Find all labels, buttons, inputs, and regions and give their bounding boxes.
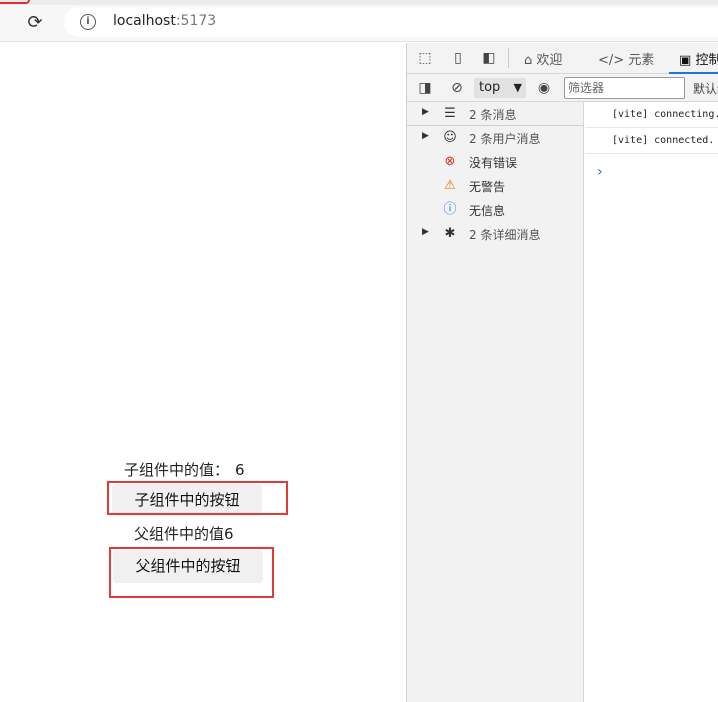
parent-value-text: 父组件中的值6 — [134, 525, 234, 543]
sidebar-item-warnings[interactable]: ⚠ 无警告 — [407, 174, 584, 198]
page-content: 子组件中的值： 6 子组件中的按钮 父组件中的值6 父组件中的按钮 — [0, 43, 406, 702]
list-icon: ☰ — [444, 106, 456, 121]
console-log-line: [vite] connecting... — [585, 102, 718, 128]
devtools-tabbar: ⬚ ▯ ◧ ⌂ 欢迎 </> 元素 ▣ 控制 — [407, 43, 718, 74]
context-select[interactable]: top ▼ — [474, 78, 526, 98]
live-expression-icon[interactable]: ◉ — [535, 80, 553, 96]
sidebar-item-user-messages[interactable]: ▶ ☺ 2 条用户消息 — [407, 126, 584, 150]
inspect-icon[interactable]: ⬚ — [416, 50, 434, 66]
tab-console[interactable]: ▣ 控制 — [679, 49, 718, 68]
console-toolbar: ◨ ⊘ top ▼ ◉ 筛选器 默认级 — [407, 74, 718, 102]
sidebar-toggle-icon[interactable]: ◨ — [416, 80, 434, 96]
sidebar-item-errors[interactable]: ⊗ 没有错误 — [407, 150, 584, 174]
console-log-line: [vite] connected. — [585, 128, 718, 154]
address-bar[interactable]: i localhost:5173 — [64, 7, 718, 37]
tab-elements[interactable]: </> 元素 — [598, 49, 654, 68]
console-output: [vite] connecting... [vite] connected. › — [585, 102, 718, 702]
expand-arrow-icon: ▶ — [422, 131, 429, 141]
child-button-highlight — [107, 481, 288, 515]
console-sidebar: ▶ ☰ 2 条消息 ▶ ☺ 2 条用户消息 ⊗ 没有错误 ⚠ 无警告 ⓘ 无信息 — [407, 102, 584, 702]
reload-icon[interactable]: ⟳ — [24, 12, 46, 34]
sidebar-item-messages[interactable]: ▶ ☰ 2 条消息 — [407, 102, 584, 126]
dock-icon[interactable]: ◧ — [480, 50, 498, 66]
sidebar-item-label: 无警告 — [469, 180, 506, 194]
sidebar-item-label: 没有错误 — [469, 156, 518, 170]
child-value: 6 — [235, 461, 245, 479]
tab-edge — [0, 0, 30, 4]
user-icon: ☺ — [443, 130, 457, 145]
bug-icon: ✱ — [444, 226, 456, 241]
chevron-down-icon: ▼ — [513, 81, 522, 94]
clear-console-icon[interactable]: ⊘ — [448, 80, 466, 96]
warning-icon: ⚠ — [444, 178, 456, 193]
expand-arrow-icon: ▶ — [422, 227, 429, 237]
console-prompt-icon[interactable]: › — [597, 164, 603, 180]
filter-input[interactable]: 筛选器 — [564, 77, 685, 99]
tab-elements-label: 元素 — [628, 53, 655, 68]
url-text: localhost:5173 — [113, 13, 216, 29]
url-host: localhost — [113, 13, 176, 29]
error-icon: ⊗ — [444, 154, 456, 169]
url-port: :5173 — [175, 13, 217, 29]
expand-arrow-icon: ▶ — [422, 107, 429, 117]
code-icon: </> — [598, 53, 625, 68]
child-value-label: 子组件中的值： — [124, 461, 230, 479]
site-info-icon[interactable]: i — [80, 14, 96, 30]
log-levels-dropdown[interactable]: 默认级 — [693, 80, 718, 97]
browser-toolbar: ⟳ i localhost:5173 — [0, 0, 718, 42]
sidebar-item-info[interactable]: ⓘ 无信息 — [407, 198, 584, 222]
tab-strip — [0, 0, 718, 5]
sidebar-item-verbose[interactable]: ▶ ✱ 2 条详细消息 — [407, 222, 584, 246]
info-icon: ⓘ — [443, 202, 457, 217]
device-toggle-icon[interactable]: ▯ — [449, 50, 467, 66]
sidebar-item-label: 2 条消息 — [469, 108, 517, 122]
tab-console-label: 控制 — [695, 53, 718, 68]
parent-button-highlight — [109, 547, 274, 598]
tab-welcome[interactable]: ⌂ 欢迎 — [524, 49, 562, 68]
home-icon: ⌂ — [524, 53, 533, 68]
tabbar-divider — [508, 48, 509, 68]
console-icon: ▣ — [679, 53, 692, 68]
child-value-text: 子组件中的值： 6 — [124, 459, 245, 480]
sidebar-item-label: 2 条详细消息 — [469, 228, 541, 242]
tab-welcome-label: 欢迎 — [536, 53, 563, 68]
devtools-panel: ⬚ ▯ ◧ ⌂ 欢迎 </> 元素 ▣ 控制 ◨ ⊘ top ▼ ◉ 筛选器 默… — [406, 43, 718, 702]
sidebar-item-label: 2 条用户消息 — [469, 132, 541, 146]
context-value: top — [479, 80, 501, 95]
sidebar-item-label: 无信息 — [469, 204, 506, 218]
